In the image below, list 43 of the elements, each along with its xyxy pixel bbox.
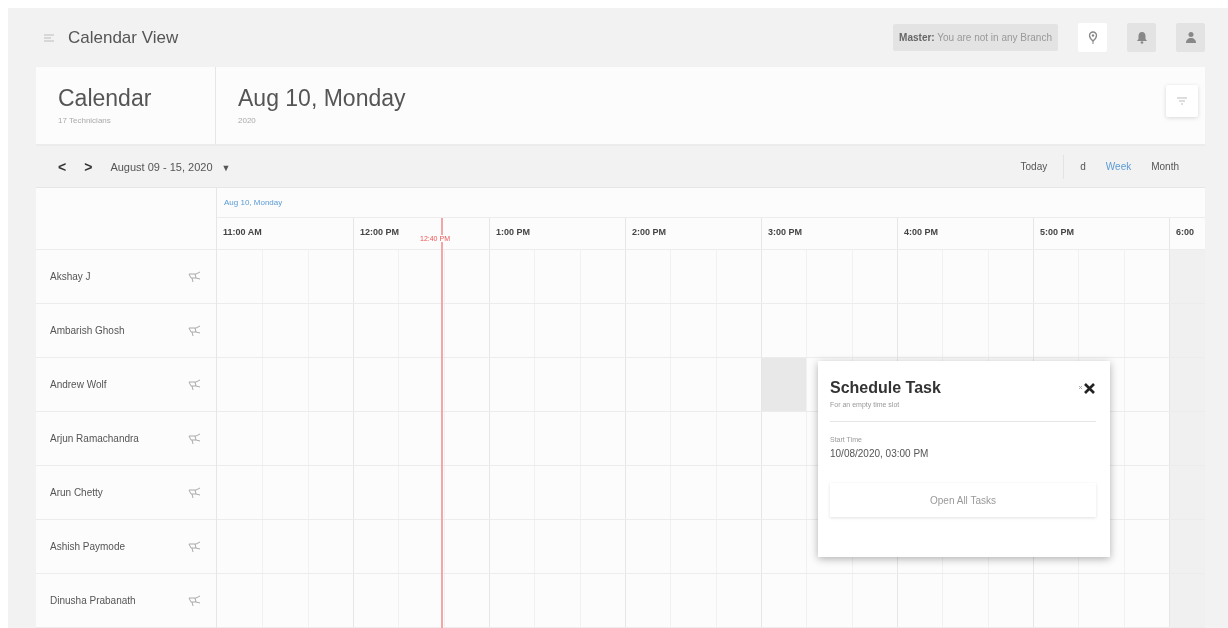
technician-row[interactable]: Arjun Ramachandra xyxy=(36,412,216,466)
technician-row[interactable]: Dinusha Prabanath xyxy=(36,574,216,628)
start-time-value: 10/08/2020, 03:00 PM xyxy=(830,448,930,459)
technician-row[interactable]: Ashish Paymode xyxy=(36,520,216,574)
technician-row[interactable]: Akshay J xyxy=(36,250,216,304)
calendar-title: Calendar xyxy=(58,85,153,112)
filter-icon xyxy=(1177,97,1187,105)
previous-button[interactable]: < xyxy=(52,158,73,175)
technician-name: Dinusha Prabanath xyxy=(50,595,136,606)
view-tab[interactable]: d xyxy=(1070,161,1096,172)
hour-label: 5:00 PM xyxy=(1040,227,1074,237)
hour-label: 4:00 PM xyxy=(904,227,938,237)
hour-label: 12:00 PM xyxy=(360,227,400,237)
technician-name: Ashish Paymode xyxy=(50,541,126,552)
technician-row[interactable]: Andrew Wolf xyxy=(36,358,216,412)
hour-label: 1:00 PM xyxy=(496,227,530,237)
page-title: Calendar View xyxy=(68,27,180,48)
date-range-dropdown[interactable]: August 09 - 15, 2020 ▼ xyxy=(110,160,231,173)
close-icon[interactable] xyxy=(1078,382,1096,394)
technician-name: Arun Chetty xyxy=(50,487,103,498)
technician-row[interactable]: Arun Chetty xyxy=(36,466,216,520)
user-icon[interactable] xyxy=(1176,23,1205,52)
location-pin-icon[interactable] xyxy=(1078,23,1107,52)
technician-name: Akshay J xyxy=(50,271,91,282)
technician-name: Andrew Wolf xyxy=(50,379,107,390)
menu-icon[interactable] xyxy=(44,33,54,42)
hour-label: 2:00 PM xyxy=(632,227,666,237)
filter-button[interactable] xyxy=(1166,85,1198,117)
hour-label: 11:00 AM xyxy=(223,227,262,237)
hour-label: 3:00 PM xyxy=(768,227,802,237)
year-label: 2020 xyxy=(238,116,257,125)
view-tab[interactable]: Today xyxy=(1010,161,1058,172)
technician-name: Arjun Ramachandra xyxy=(50,433,139,444)
technician-row[interactable]: Ambarish Ghosh xyxy=(36,304,216,358)
technician-name: Ambarish Ghosh xyxy=(50,325,125,336)
day-title: Aug 10, Monday xyxy=(238,85,406,112)
technician-count: 17 Technicians xyxy=(58,116,112,125)
view-tab[interactable]: Month xyxy=(1141,161,1189,172)
next-button[interactable]: > xyxy=(78,158,99,175)
popup-title: Schedule Task xyxy=(830,379,941,397)
bell-icon[interactable] xyxy=(1127,23,1156,52)
branch-notice: Master: You are not in any Branch xyxy=(893,24,1058,51)
hour-label: 6:00 xyxy=(1176,227,1194,237)
